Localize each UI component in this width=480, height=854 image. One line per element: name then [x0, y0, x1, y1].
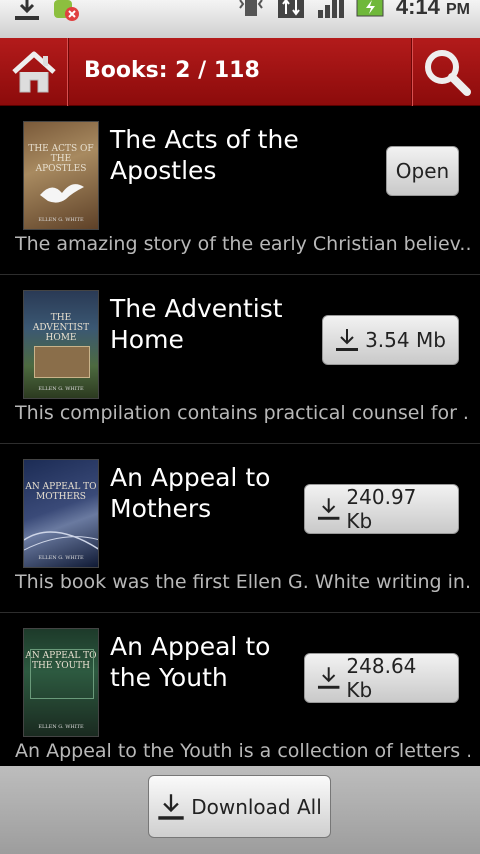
vibrate-icon	[239, 0, 263, 16]
book-cover: AN APPEAL TO MOTHERS ELLEN G. WHITE	[23, 459, 99, 568]
download-icon	[158, 793, 184, 820]
file-size-label: 248.64 Kb	[346, 654, 417, 702]
home-button[interactable]	[0, 38, 68, 106]
cover-title: THE ADVENTIST HOME	[32, 313, 90, 343]
swirl-decoration	[24, 531, 98, 551]
cover-title: THE ACTS OF THE APOSTLES	[28, 144, 94, 174]
book-title: The Acts of the Apostles	[110, 125, 299, 185]
bottom-bar: Download All	[0, 766, 480, 854]
book-description: The amazing story of the early Christian…	[15, 233, 470, 255]
cover-author: ELLEN G. WHITE	[38, 724, 84, 730]
file-size-label: 3.54 Mb	[365, 328, 446, 352]
search-icon	[424, 50, 471, 96]
status-bar: 4:14 PM	[0, 0, 480, 38]
download-button[interactable]: 248.64 Kb	[304, 653, 459, 703]
status-notifications	[12, 0, 80, 22]
battery-charging-icon	[356, 0, 384, 17]
book-cover: THE ADVENTIST HOME ELLEN G. WHITE	[23, 290, 99, 399]
download-icon	[336, 329, 359, 351]
signal-icon	[317, 0, 344, 18]
cover-title: AN APPEAL TO MOTHERS	[25, 482, 97, 502]
list-item[interactable]: AN APPEAL TO THE YOUTH ELLEN G. WHITE An…	[0, 613, 480, 766]
download-all-button[interactable]: Download All	[148, 775, 331, 838]
book-description: This compilation contains practical coun…	[15, 402, 470, 424]
download-icon	[317, 667, 340, 689]
book-description: An Appeal to the Youth is a collection o…	[15, 740, 470, 762]
file-size-label: 240.97 Kb	[346, 485, 417, 533]
open-label: Open	[395, 159, 450, 183]
search-button[interactable]	[412, 38, 480, 106]
book-title: An Appeal to the Youth	[110, 632, 271, 692]
page-title: Books: 2 / 118	[84, 58, 260, 83]
book-description: This book was the first Ellen G. White w…	[15, 571, 470, 593]
android-alert-icon	[54, 0, 79, 21]
open-button[interactable]: Open	[386, 146, 459, 196]
book-cover: THE ACTS OF THE APOSTLES ELLEN G. WHITE	[23, 121, 99, 230]
house-illustration	[34, 346, 90, 378]
list-item[interactable]: AN APPEAL TO MOTHERS ELLEN G. WHITE An A…	[0, 444, 480, 613]
download-icon	[317, 498, 340, 520]
download-icon	[15, 0, 39, 20]
data-transfer-icon	[277, 0, 304, 18]
cover-author: ELLEN G. WHITE	[38, 386, 84, 392]
dove-icon	[40, 184, 84, 203]
book-title: An Appeal to Mothers	[110, 463, 271, 523]
cover-author: ELLEN G. WHITE	[38, 555, 84, 561]
list-item[interactable]: THE ADVENTIST HOME ELLEN G. WHITE The Ad…	[0, 275, 480, 444]
status-system: 4:14 PM	[236, 0, 470, 20]
download-button[interactable]: 3.54 Mb	[322, 315, 459, 365]
download-button[interactable]: 240.97 Kb	[304, 484, 459, 534]
cover-author: ELLEN G. WHITE	[38, 217, 84, 223]
clock: 4:14 PM	[396, 0, 470, 20]
home-icon	[11, 51, 56, 93]
clock-ampm: PM	[446, 1, 470, 18]
frame-decoration	[30, 649, 94, 699]
book-list[interactable]: THE ACTS OF THE APOSTLES ELLEN G. WHITE …	[0, 106, 480, 766]
book-title: The Adventist Home	[110, 294, 283, 354]
clock-time: 4:14	[395, 0, 440, 19]
book-cover: AN APPEAL TO THE YOUTH ELLEN G. WHITE	[23, 628, 99, 737]
download-all-label: Download All	[191, 794, 322, 819]
title-bar: Books: 2 / 118	[0, 38, 480, 106]
list-item[interactable]: THE ACTS OF THE APOSTLES ELLEN G. WHITE …	[0, 106, 480, 275]
